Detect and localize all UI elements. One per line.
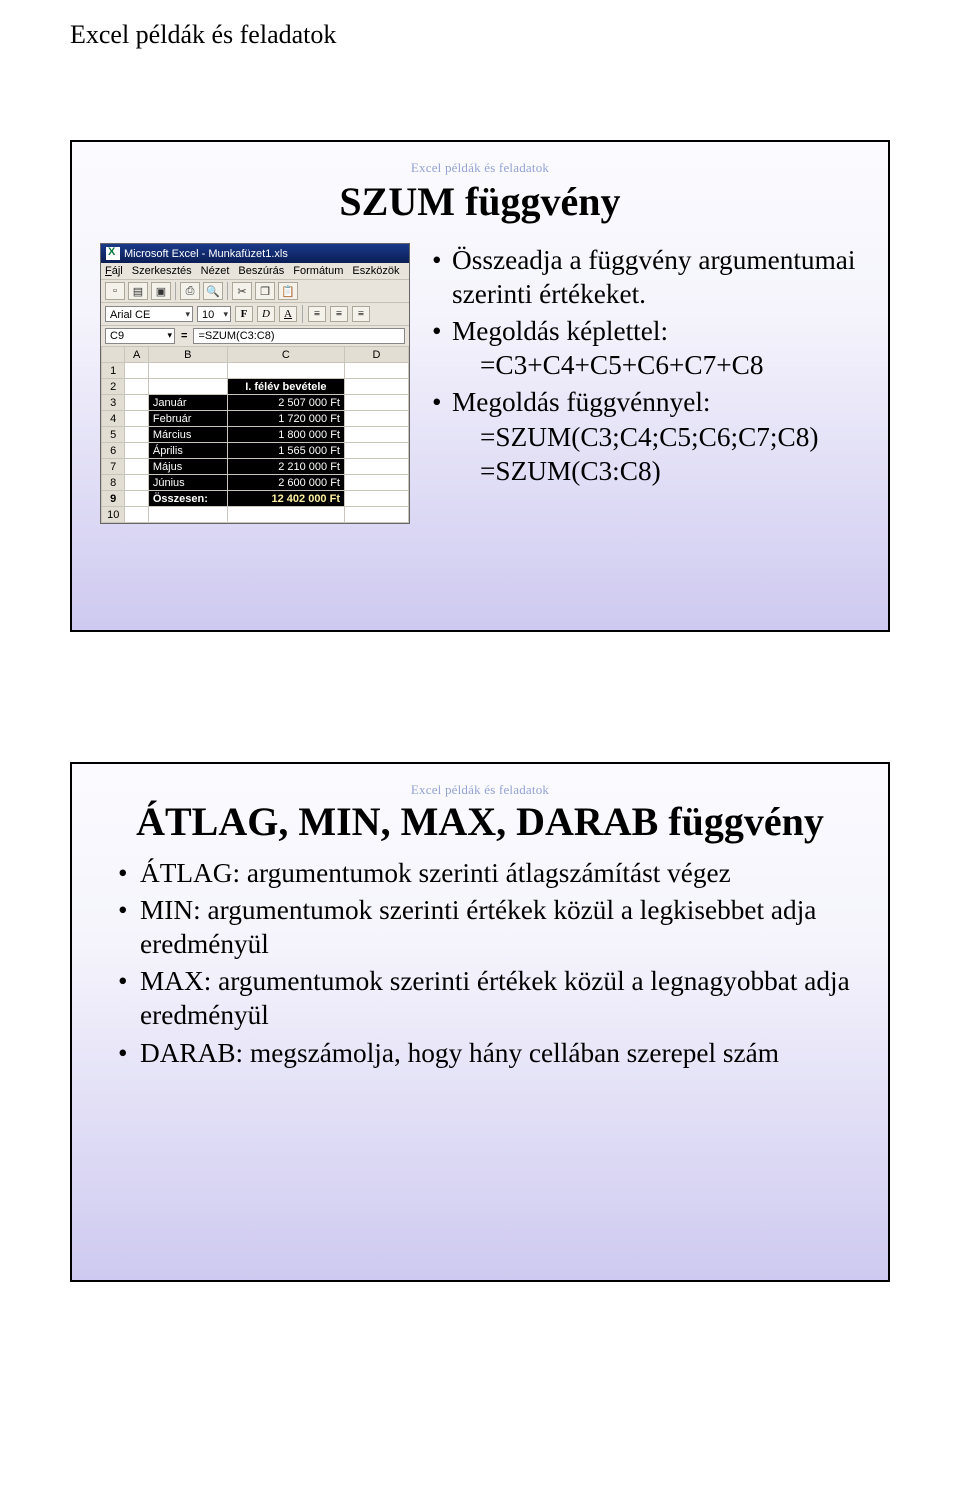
excel-titlebar: Microsoft Excel - Munkafüzet1.xls <box>101 244 409 263</box>
italic-button[interactable]: D <box>257 306 275 322</box>
col-B[interactable]: B <box>148 347 227 363</box>
align-left-icon[interactable]: ≡ <box>308 306 326 322</box>
bullet-3: Megoldás függvénnyel: =SZUM(C3;C4;C5;C6;… <box>452 385 860 487</box>
slide1-bullets: Összeadja a függvény argumentumai szerin… <box>424 243 860 491</box>
excel-grid[interactable]: A B C D 1 2I. félév bevétele 3Január2 50… <box>101 346 409 523</box>
formula-input[interactable]: =SZUM(C3:C8) <box>193 328 405 344</box>
slide-atlag: Excel példák és feladatok ÁTLAG, MIN, MA… <box>70 762 890 1282</box>
underline-button[interactable]: A <box>279 306 297 322</box>
s2-bullet-1: ÁTLAG: argumentumok szerinti átlagszámít… <box>140 857 860 891</box>
bullet-2: Megoldás képlettel: =C3+C4+C5+C6+C7+C8 <box>452 314 860 382</box>
bullet-3-code-a: =SZUM(C3;C4;C5;C6;C7;C8) <box>452 420 860 454</box>
slide2-bullets: ÁTLAG: argumentumok szerinti átlagszámít… <box>100 857 860 1070</box>
excel-formula-bar: C9 = =SZUM(C3:C8) <box>101 325 409 346</box>
excel-window: Microsoft Excel - Munkafüzet1.xls FFájlá… <box>100 243 410 524</box>
excel-menubar: FFájlájl Szerkesztés Nézet Beszúrás Form… <box>101 263 409 279</box>
slide2-title: ÁTLAG, MIN, MAX, DARAB függvény <box>100 800 860 845</box>
slide2-eyebrow: Excel példák és feladatok <box>100 782 860 798</box>
excel-font-toolbar: Arial CE 10 F D A ≡ ≡ ≡ <box>101 302 409 325</box>
font-name-combo[interactable]: Arial CE <box>105 306 193 322</box>
col-C[interactable]: C <box>227 347 344 363</box>
print-icon[interactable]: ⎙ <box>180 282 200 300</box>
menu-nezet[interactable]: Nézet <box>201 265 230 277</box>
paste-icon[interactable]: 📋 <box>278 282 298 300</box>
s2-bullet-4: DARAB: megszámolja, hogy hány cellában s… <box>140 1037 860 1071</box>
menu-fajl[interactable]: FFájlájl <box>105 265 123 277</box>
align-right-icon[interactable]: ≡ <box>352 306 370 322</box>
excel-icon <box>106 247 120 260</box>
bullet-2-code: =C3+C4+C5+C6+C7+C8 <box>452 348 860 382</box>
bullet-1: Összeadja a függvény argumentumai szerin… <box>452 243 860 311</box>
align-center-icon[interactable]: ≡ <box>330 306 348 322</box>
new-icon[interactable]: ▫ <box>105 282 125 300</box>
save-icon[interactable]: ▣ <box>151 282 171 300</box>
bullet-3-code-b: =SZUM(C3:C8) <box>452 454 860 488</box>
bold-button[interactable]: F <box>235 306 253 322</box>
menu-szerkesztes[interactable]: Szerkesztés <box>132 265 192 277</box>
cut-icon[interactable]: ✂ <box>232 282 252 300</box>
col-D[interactable]: D <box>345 347 409 363</box>
menu-beszuras[interactable]: Beszúrás <box>238 265 284 277</box>
font-size-combo[interactable]: 10 <box>197 306 231 322</box>
excel-toolbar: ▫ ▤ ▣ ⎙ 🔍 ✂ ❐ 📋 <box>101 279 409 302</box>
s2-bullet-2: MIN: argumentumok szerinti értékek közül… <box>140 894 860 961</box>
page-header: Excel példák és feladatok <box>70 20 890 50</box>
equals-icon: = <box>181 330 187 342</box>
copy-icon[interactable]: ❐ <box>255 282 275 300</box>
col-A[interactable]: A <box>125 347 148 363</box>
name-box[interactable]: C9 <box>105 328 175 344</box>
preview-icon[interactable]: 🔍 <box>203 282 223 300</box>
slide1-title: SZUM függvény <box>100 178 860 225</box>
menu-eszkozok[interactable]: Eszközök <box>352 265 399 277</box>
slide-szum: Excel példák és feladatok SZUM függvény … <box>70 140 890 632</box>
open-icon[interactable]: ▤ <box>128 282 148 300</box>
menu-formatum[interactable]: Formátum <box>293 265 343 277</box>
s2-bullet-3: MAX: argumentumok szerinti értékek közül… <box>140 965 860 1032</box>
excel-title-text: Microsoft Excel - Munkafüzet1.xls <box>124 248 288 260</box>
slide-eyebrow: Excel példák és feladatok <box>100 160 860 176</box>
